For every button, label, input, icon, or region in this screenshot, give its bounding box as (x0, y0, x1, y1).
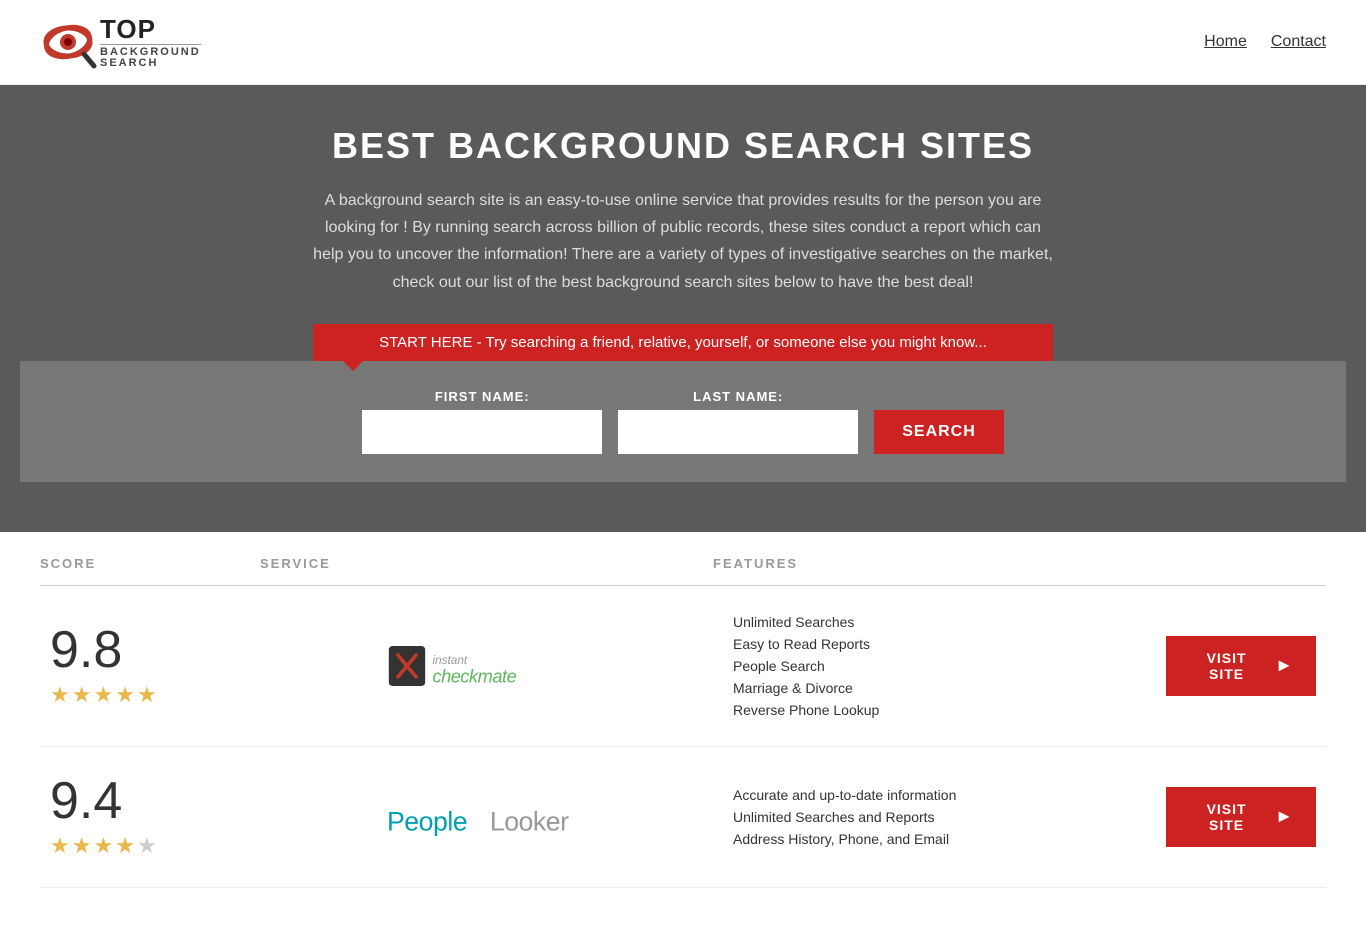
hero-section: BEST BACKGROUND SEARCH SITES A backgroun… (0, 85, 1366, 532)
feature-2-2: Address History, Phone, and Email (733, 831, 1166, 847)
service-logo-2: People Looker (387, 787, 587, 847)
checkmate-svg: instant checkmate (387, 636, 587, 696)
logo-sub-text: BACKGROUNDSEARCH (100, 44, 201, 69)
first-name-input[interactable] (362, 410, 602, 454)
score-column-2: 9.4 ★ ★ ★ ★ ★ (40, 775, 260, 859)
table-row: 9.8 ★ ★ ★ ★ ★ inst (40, 586, 1326, 747)
star-8: ★ (93, 833, 113, 859)
table-header: SCORE SERVICE FEATURES (40, 542, 1326, 586)
logo-icon (40, 12, 100, 72)
search-button[interactable]: SEARCH (874, 410, 1004, 454)
logo: TOP BACKGROUNDSEARCH (40, 12, 201, 72)
search-callout: START HERE - Try searching a friend, rel… (313, 324, 1053, 361)
site-header: TOP BACKGROUNDSEARCH Home Contact (0, 0, 1366, 85)
feature-1-1: Easy to Read Reports (733, 636, 1166, 652)
col-service: SERVICE (260, 556, 713, 571)
nav-contact[interactable]: Contact (1271, 33, 1326, 51)
feature-1-3: Marriage & Divorce (733, 680, 1166, 696)
stars-1: ★ ★ ★ ★ ★ (50, 682, 157, 708)
col-action (1166, 556, 1326, 571)
col-features: FEATURES (713, 556, 1166, 571)
first-name-label: FIRST NAME: (362, 389, 602, 404)
col-score: SCORE (40, 556, 260, 571)
last-name-label: LAST NAME: (618, 389, 858, 404)
star-3: ★ (93, 682, 113, 708)
feature-1-2: People Search (733, 658, 1166, 674)
search-form: FIRST NAME: LAST NAME: SEARCH (40, 389, 1326, 454)
visit-column-2: VISIT SITE ► (1166, 787, 1326, 847)
feature-2-0: Accurate and up-to-date information (733, 787, 1166, 803)
visit-site-button-1[interactable]: VISIT SITE ► (1166, 636, 1316, 696)
last-name-input[interactable] (618, 410, 858, 454)
score-column-1: 9.8 ★ ★ ★ ★ ★ (40, 624, 260, 708)
main-nav: Home Contact (1204, 33, 1326, 51)
score-value-1: 9.8 (50, 624, 122, 676)
nav-home[interactable]: Home (1204, 33, 1247, 51)
star-1: ★ (50, 682, 70, 708)
arrow-icon-2: ► (1275, 806, 1294, 827)
stars-2: ★ ★ ★ ★ ★ (50, 833, 157, 859)
svg-text:People: People (387, 806, 467, 836)
svg-text:Looker: Looker (489, 806, 568, 836)
first-name-group: FIRST NAME: (362, 389, 602, 454)
arrow-icon-1: ► (1275, 655, 1294, 676)
feature-1-0: Unlimited Searches (733, 614, 1166, 630)
search-form-area: FIRST NAME: LAST NAME: SEARCH (20, 361, 1346, 482)
star-2: ★ (72, 682, 92, 708)
visit-site-label-1: VISIT SITE (1188, 650, 1265, 682)
features-column-1: Unlimited Searches Easy to Read Reports … (713, 614, 1166, 718)
features-column-2: Accurate and up-to-date information Unli… (713, 787, 1166, 847)
visit-site-button-2[interactable]: VISIT SITE ► (1166, 787, 1316, 847)
feature-2-1: Unlimited Searches and Reports (733, 809, 1166, 825)
star-10: ★ (137, 833, 157, 859)
star-6: ★ (50, 833, 70, 859)
service-logo-1: instant checkmate (387, 636, 587, 696)
star-5: ★ (137, 682, 157, 708)
visit-column-1: VISIT SITE ► (1166, 636, 1326, 696)
hero-description: A background search site is an easy-to-u… (308, 187, 1058, 296)
logo-text: TOP BACKGROUNDSEARCH (100, 16, 201, 69)
logo-top-text: TOP (100, 16, 201, 42)
score-value-2: 9.4 (50, 775, 122, 827)
svg-text:checkmate: checkmate (432, 666, 516, 686)
svg-text:instant: instant (432, 653, 467, 667)
peoplelooker-svg: People Looker (387, 787, 587, 847)
star-9: ★ (115, 833, 135, 859)
visit-site-label-2: VISIT SITE (1188, 801, 1265, 833)
feature-1-4: Reverse Phone Lookup (733, 702, 1166, 718)
results-section: SCORE SERVICE FEATURES 9.8 ★ ★ ★ ★ ★ (0, 542, 1366, 928)
service-column-1: instant checkmate (260, 636, 713, 696)
star-4: ★ (115, 682, 135, 708)
last-name-group: LAST NAME: (618, 389, 858, 454)
page-title: BEST BACKGROUND SEARCH SITES (20, 125, 1346, 167)
star-7: ★ (72, 833, 92, 859)
service-column-2: People Looker (260, 787, 713, 847)
